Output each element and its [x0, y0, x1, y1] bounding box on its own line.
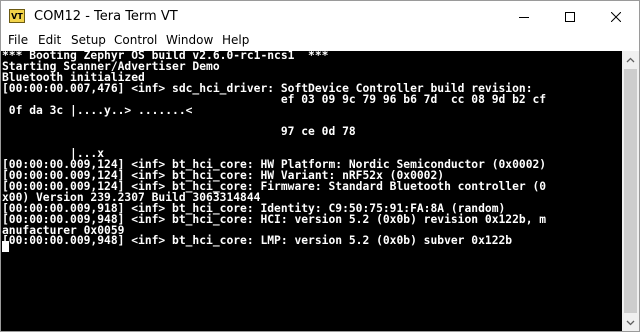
close-icon [611, 11, 621, 22]
minimize-icon [519, 16, 529, 18]
minimize-button[interactable] [501, 1, 547, 32]
menu-window[interactable]: Window [165, 33, 214, 47]
scroll-up-arrow-icon [626, 57, 635, 62]
menu-setup[interactable]: Setup [70, 33, 107, 47]
menu-help[interactable]: Help [221, 33, 250, 47]
scroll-down-arrow-icon [626, 320, 635, 325]
text-cursor [2, 241, 9, 252]
terminal-line: 0f da 3c |....y..> .......< [2, 103, 193, 117]
window-title: COM12 - Tera Term VT [34, 9, 178, 24]
tera-term-window: VT COM12 - Tera Term VT File Edit Setup … [0, 0, 640, 332]
scroll-thumb[interactable] [624, 69, 637, 313]
close-button[interactable] [593, 1, 639, 32]
terminal-line: 97 ce 0d 78 [2, 125, 356, 139]
terminal-area[interactable]: *** Booting Zephyr OS build v2.6.0-rc1-n… [1, 51, 622, 331]
menu-bar: File Edit Setup Control Window Help [1, 32, 639, 51]
menu-file[interactable]: File [7, 33, 29, 47]
terminal-line: [00:00:00.009,948] <inf> bt_hci_core: LM… [2, 234, 513, 248]
maximize-icon [565, 11, 575, 22]
menu-edit[interactable]: Edit [37, 33, 62, 47]
title-bar[interactable]: VT COM12 - Tera Term VT [1, 1, 639, 32]
terminal-output: *** Booting Zephyr OS build v2.6.0-rc1-n… [1, 51, 622, 247]
scroll-down-button[interactable] [622, 314, 639, 331]
scroll-up-button[interactable] [622, 51, 639, 68]
menu-control[interactable]: Control [113, 33, 158, 47]
maximize-button[interactable] [547, 1, 593, 32]
tera-term-app-icon[interactable]: VT [9, 9, 25, 23]
vertical-scrollbar[interactable] [622, 51, 639, 331]
